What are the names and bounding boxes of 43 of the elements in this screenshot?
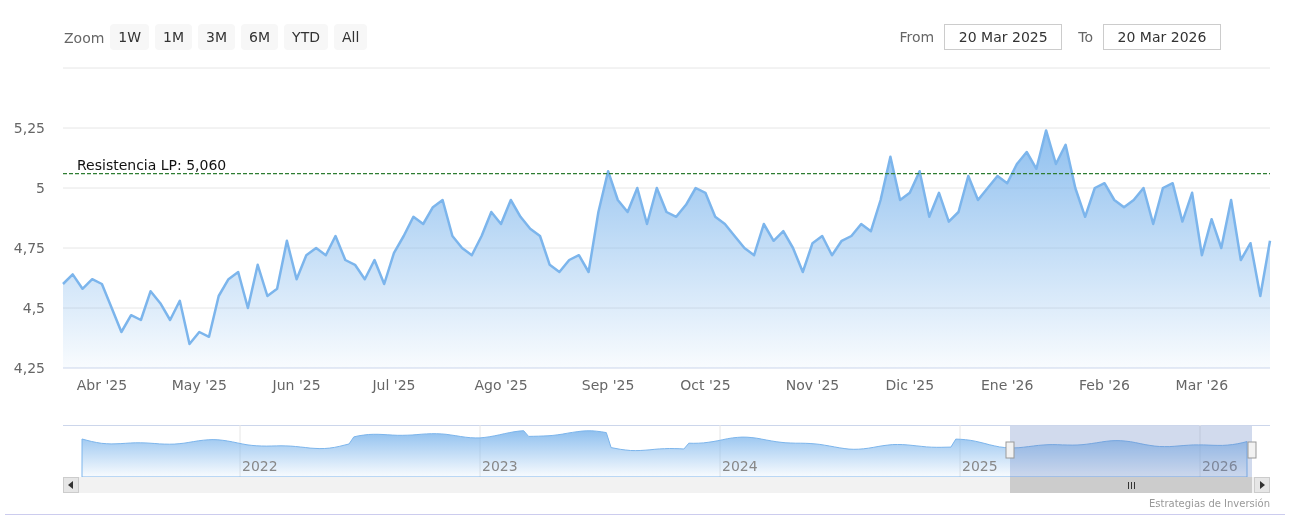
axis-label: Abr '25	[76, 377, 128, 393]
axis-label: Mar '26	[1175, 377, 1229, 393]
zoom-button[interactable]: 1M	[155, 24, 193, 50]
year-label: 2026	[1202, 458, 1238, 474]
axis-label: 5	[36, 180, 45, 196]
to-date-field[interactable]: 20 Mar 2026	[1103, 24, 1221, 50]
zoom-label: Zoom	[64, 29, 105, 48]
zoom-button[interactable]: All	[334, 24, 368, 50]
left-arrow-icon	[68, 481, 74, 489]
right-arrow-icon	[1259, 481, 1265, 489]
axis-label: 4,25	[13, 360, 45, 376]
resistance-label: Resistencia LP: 5,060	[77, 156, 227, 173]
zoom-button[interactable]: YTD	[284, 24, 328, 50]
axis-label: Sep '25	[581, 377, 635, 393]
range-handle[interactable]	[1247, 441, 1257, 459]
year-label: 2023	[482, 458, 518, 474]
credits-text: Estrategias de Inversión	[1149, 497, 1270, 511]
axis-label: Feb '26	[1079, 377, 1130, 393]
axis-label: Ago '25	[474, 377, 528, 393]
axis-label: 5,25	[13, 120, 45, 136]
zoom-button[interactable]: 1W	[110, 24, 150, 50]
zoom-button[interactable]: 3M	[198, 24, 236, 50]
from-date-field[interactable]: 20 Mar 2025	[944, 24, 1063, 50]
year-label: 2024	[722, 458, 758, 474]
axis-label: Nov '25	[785, 377, 840, 393]
grip-icon	[1127, 481, 1135, 489]
to-label: To	[1078, 27, 1093, 47]
from-label: From	[899, 27, 935, 47]
scroll-right-button[interactable]	[1254, 477, 1270, 493]
axis-label: Ene '26	[980, 377, 1034, 393]
axis-label: Oct '25	[680, 377, 731, 393]
scrollbar-thumb[interactable]	[1010, 477, 1252, 493]
zoom-button[interactable]: 6M	[241, 24, 279, 50]
year-label: 2025	[962, 458, 998, 474]
year-label: 2022	[242, 458, 278, 474]
axis-label: May '25	[171, 377, 227, 393]
range-handle[interactable]	[1005, 441, 1015, 459]
axis-label: 4,75	[13, 240, 45, 256]
axis-label: Jul '25	[372, 377, 416, 393]
axis-label: Jun '25	[272, 377, 321, 393]
axis-label: 4,5	[22, 300, 45, 316]
scroll-left-button[interactable]	[63, 477, 79, 493]
axis-label: Dic '25	[885, 377, 935, 393]
